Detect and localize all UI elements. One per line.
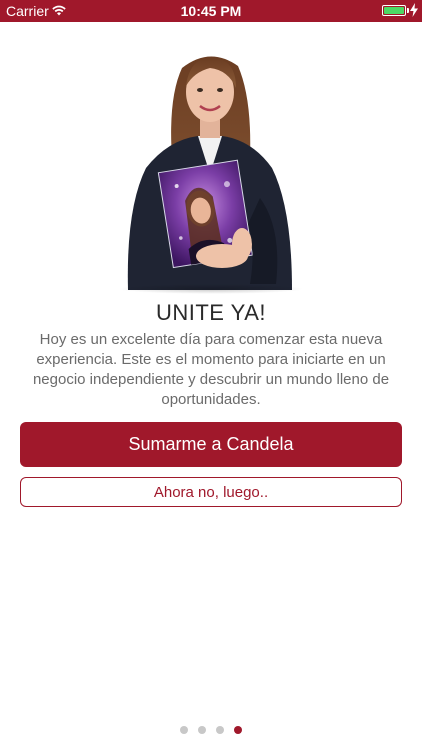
battery-icon xyxy=(382,5,406,16)
battery-fill xyxy=(384,7,404,14)
status-bar: Carrier 10:45 PM xyxy=(0,0,422,22)
charging-bolt-icon xyxy=(410,3,418,17)
page-dot-4-active[interactable] xyxy=(234,726,242,734)
clock: 10:45 PM xyxy=(180,3,242,19)
page-dot-3[interactable] xyxy=(216,726,224,734)
page-description: Hoy es un excelente día para comenzar es… xyxy=(32,331,390,408)
page-dot-2[interactable] xyxy=(198,726,206,734)
page-dot-1[interactable] xyxy=(180,726,188,734)
join-candela-button[interactable]: Sumarme a Candela xyxy=(20,422,402,467)
woman-with-catalog-image xyxy=(127,56,293,290)
image-shadow xyxy=(118,284,304,294)
onboarding-screen: Carrier 10:45 PM UNITE YA! Hoy es un exc… xyxy=(0,0,422,750)
page-title: UNITE YA! xyxy=(155,300,267,325)
page-indicator[interactable] xyxy=(0,726,422,736)
not-now-button[interactable]: Ahora no, luego.. xyxy=(20,477,402,507)
battery-tip xyxy=(407,8,409,13)
